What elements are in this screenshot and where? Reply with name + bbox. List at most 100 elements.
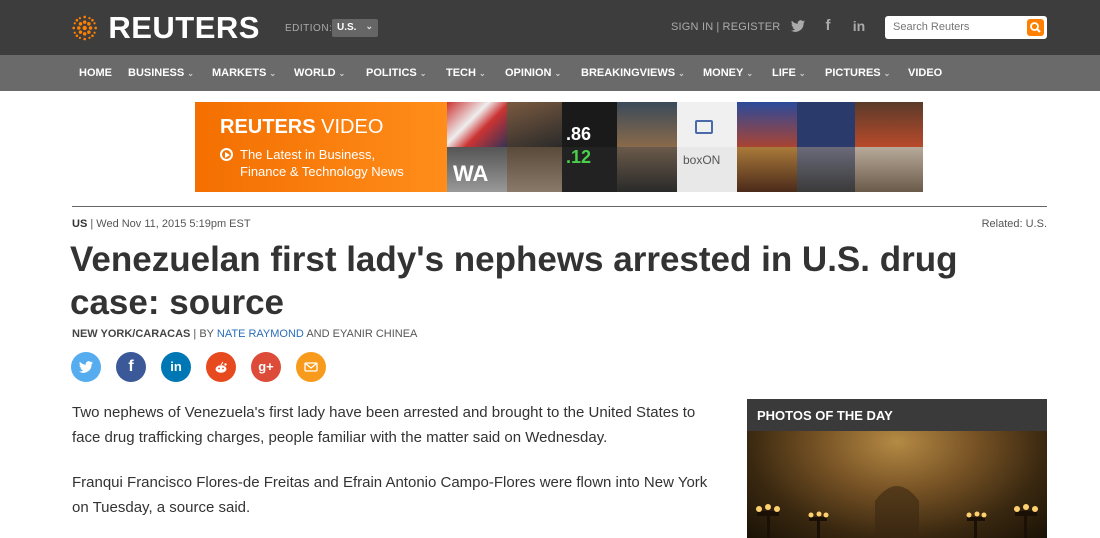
byline: NEW YORK/CARACAS | BY NATE RAYMOND AND E…	[72, 328, 418, 340]
nav-item-markets[interactable]: MARKETS ⌄	[212, 67, 276, 79]
photos-title: PHOTOS OF THE DAY	[747, 399, 1047, 431]
collage-photo	[677, 102, 737, 147]
banner-subtitle: The Latest in Business, Finance & Techno…	[240, 146, 404, 180]
reuters-video-banner[interactable]: REUTERS VIDEO The Latest in Business, Fi…	[195, 102, 923, 192]
chevron-down-icon: ⌄	[365, 21, 373, 31]
nav-item-breakingviews[interactable]: BREAKINGVIEWS ⌄	[581, 67, 685, 79]
linkedin-icon: in	[170, 359, 182, 374]
nav-label: LIFE	[772, 67, 796, 79]
facebook-icon: f	[128, 358, 134, 375]
nav-item-world[interactable]: WORLD ⌄	[294, 67, 345, 79]
search-box	[885, 16, 1047, 39]
collage-photo	[855, 147, 923, 192]
reuters-logo[interactable]: REUTERS	[70, 9, 260, 47]
nav-item-politics[interactable]: POLITICS ⌄	[366, 67, 426, 79]
collage-photo	[507, 102, 562, 147]
nav-item-opinion[interactable]: OPINION ⌄	[505, 67, 561, 79]
link-separator: |	[716, 21, 720, 33]
edition-dropdown[interactable]: U.S. ⌄	[332, 19, 378, 37]
nav-item-video[interactable]: VIDEO	[908, 67, 942, 79]
nav-label: MARKETS	[212, 67, 267, 79]
twitter-icon	[78, 361, 93, 373]
top-bar: REUTERS EDITION: U.S. ⌄ SIGN IN | REGIST…	[0, 0, 1100, 55]
chevron-down-icon: ⌄	[883, 69, 891, 78]
nav-item-life[interactable]: LIFE ⌄	[772, 67, 806, 79]
nav-item-home[interactable]: HOME	[79, 67, 112, 79]
photos-of-the-day[interactable]: PHOTOS OF THE DAY	[747, 399, 1047, 538]
nav-item-pictures[interactable]: PICTURES ⌄	[825, 67, 890, 79]
nav-label: TECH	[446, 67, 476, 79]
nav-label: BUSINESS	[128, 67, 185, 79]
collage-photo	[737, 102, 797, 147]
box-logo-text: boxON	[683, 153, 721, 167]
nav-label: WORLD	[294, 67, 336, 79]
author-link[interactable]: NATE RAYMOND	[217, 328, 304, 340]
photo-thumbnail[interactable]	[747, 431, 1047, 538]
play-icon	[220, 148, 233, 161]
nav-item-business[interactable]: BUSINESS ⌄	[128, 67, 194, 79]
reuters-dots-icon	[72, 15, 98, 41]
nav-label: OPINION	[505, 67, 552, 79]
chevron-down-icon: ⌄	[746, 69, 754, 78]
chevron-down-icon: ⌄	[478, 69, 486, 78]
co-author: AND EYANIR CHINEA	[306, 328, 418, 340]
article-paragraph: Franqui Francisco Flores-de Freitas and …	[72, 474, 708, 516]
nav-label: MONEY	[703, 67, 744, 79]
collage-photo	[617, 102, 677, 147]
share-reddit-button[interactable]	[206, 352, 236, 382]
share-email-button[interactable]	[296, 352, 326, 382]
banner-promo: REUTERS VIDEO The Latest in Business, Fi…	[195, 102, 447, 192]
nav-label: POLITICS	[366, 67, 417, 79]
facebook-icon[interactable]: f	[820, 18, 836, 34]
nav-label: HOME	[79, 67, 112, 79]
chevron-down-icon: ⌄	[187, 69, 194, 78]
ticker-text: .86	[566, 124, 592, 144]
logo-text: REUTERS	[108, 10, 260, 45]
share-facebook-button[interactable]: f	[116, 352, 146, 382]
section-link[interactable]: US	[72, 218, 87, 230]
chevron-down-icon: ⌄	[419, 69, 427, 78]
email-icon	[304, 362, 318, 372]
collage-photo	[797, 147, 855, 192]
nav-label: PICTURES	[825, 67, 881, 79]
share-google-plus-button[interactable]: g+	[251, 352, 281, 382]
reddit-icon	[215, 361, 227, 373]
chevron-down-icon: ⌄	[269, 69, 277, 78]
collage-photo	[507, 147, 562, 192]
chevron-down-icon: ⌄	[338, 69, 346, 78]
banner-sub-line1: The Latest in Business,	[240, 147, 376, 162]
collage-photo: .86	[562, 102, 617, 147]
search-button[interactable]	[1027, 19, 1044, 36]
search-input[interactable]	[893, 21, 1023, 33]
collage-photo	[447, 102, 507, 147]
main-nav: HOME BUSINESS ⌄ MARKETS ⌄ WORLD ⌄ POLITICS ⌄…	[0, 55, 1100, 91]
ticker-text: .12	[566, 147, 592, 167]
collage-photo	[855, 102, 923, 147]
search-icon	[1030, 22, 1041, 33]
ticker-text: WA	[453, 161, 489, 186]
share-linkedin-button[interactable]: in	[161, 352, 191, 382]
article-headline: Venezuelan first lady's nephews arrested…	[70, 240, 958, 322]
banner-title: REUTERS VIDEO	[220, 116, 383, 139]
sign-in-link[interactable]: SIGN IN	[671, 21, 713, 33]
google-plus-icon: g+	[258, 359, 274, 374]
article-meta: US | Wed Nov 11, 2015 5:19pm EST	[72, 218, 251, 230]
nav-label: BREAKINGVIEWS	[581, 67, 676, 79]
by-label: BY	[199, 328, 214, 340]
chevron-down-icon: ⌄	[678, 69, 685, 78]
account-links: SIGN IN | REGISTER	[671, 21, 780, 33]
article-paragraph: Two nephews of Venezuela's first lady ha…	[72, 404, 696, 446]
twitter-icon[interactable]	[790, 18, 806, 34]
banner-title-rest: VIDEO	[315, 116, 384, 138]
edition-value: U.S.	[337, 22, 357, 33]
collage-photo	[617, 147, 677, 192]
dateline: NEW YORK/CARACAS	[72, 328, 191, 340]
collage-photo: WA	[447, 147, 507, 192]
linkedin-icon[interactable]: in	[851, 18, 867, 34]
collage-photo	[737, 147, 797, 192]
nav-item-tech[interactable]: TECH ⌄	[446, 67, 486, 79]
nav-item-money[interactable]: MONEY ⌄	[703, 67, 753, 79]
share-twitter-button[interactable]	[71, 352, 101, 382]
related-link[interactable]: Related: U.S.	[982, 218, 1047, 230]
register-link[interactable]: REGISTER	[723, 21, 781, 33]
